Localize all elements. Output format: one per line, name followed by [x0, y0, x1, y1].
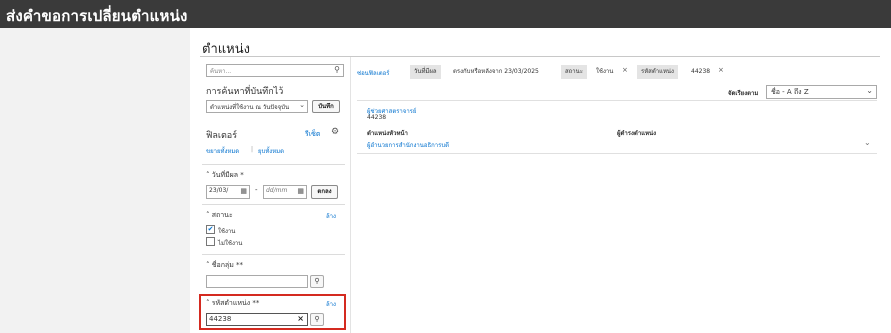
- gear-icon[interactable]: ⚙: [331, 127, 339, 137]
- column-divider: [350, 57, 351, 333]
- status-header[interactable]: ˄ สถานะ: [206, 210, 233, 221]
- result-manager-header: ตำแหน่งหัวหน้า: [367, 130, 408, 137]
- chevron-up-icon: ˄: [206, 299, 210, 307]
- search-input[interactable]: ค้นหา... ⚲: [206, 64, 344, 77]
- link-separator: |: [251, 146, 254, 153]
- date-from-value: 23/03/: [209, 187, 229, 194]
- hide-filters-link[interactable]: ซ่อนฟิลเตอร์: [357, 68, 389, 78]
- date-to-placeholder: dd/mm: [266, 187, 288, 194]
- chip-status-value: ใช้งาน: [596, 68, 614, 75]
- saved-search-heading: การค้นหาที่บันทึกไว้: [206, 87, 284, 97]
- status-inactive-label: ไม่ใช้งาน: [218, 240, 243, 247]
- results-divider: [357, 100, 877, 101]
- filters-heading: ฟิลเตอร์: [206, 131, 238, 141]
- chevron-up-icon: ˄: [206, 261, 210, 269]
- result-manager-link[interactable]: ผู้อำนวยการสำนักงานอธิการบดี: [367, 140, 449, 150]
- search-icon: ⚲: [314, 277, 320, 285]
- chevron-down-icon: ⌄: [299, 101, 305, 109]
- saved-search-select[interactable]: ตำแหน่งที่ใช้งาน ณ วันปัจจุบัน ⌄: [206, 100, 308, 113]
- filter-divider: [202, 164, 345, 165]
- results-divider: [357, 153, 877, 154]
- group-name-input[interactable]: [206, 275, 308, 288]
- position-code-label: รหัสตำแหน่ง **: [211, 299, 260, 307]
- position-code-value: 44238: [209, 315, 232, 323]
- status-inactive-checkbox[interactable]: [206, 237, 215, 246]
- group-search-button[interactable]: ⚲: [310, 275, 324, 288]
- effective-date-header[interactable]: ˄ วันที่มีผล *: [206, 170, 244, 181]
- position-code-input[interactable]: 44238 ×: [206, 313, 308, 326]
- chip-position-code-value: 44238: [691, 68, 711, 75]
- calendar-icon[interactable]: ▦: [240, 187, 247, 195]
- chip-position-code-close-icon[interactable]: ×: [718, 66, 724, 74]
- status-label: สถานะ: [211, 211, 233, 219]
- chip-effective-date-key: วันที่มีผล: [410, 65, 441, 79]
- app-title: ส่งคำขอการเปลี่ยนตำแหน่ง: [6, 7, 188, 25]
- clear-input-icon[interactable]: ×: [297, 314, 304, 323]
- chip-effective-date-value: ตรงกับหรือหลังจาก 23/03/2025: [453, 68, 539, 75]
- calendar-icon[interactable]: ▦: [297, 187, 304, 195]
- chevron-down-icon: ⌄: [866, 86, 873, 95]
- result-incumbent-header: ผู้ดำรงตำแหน่ง: [617, 130, 657, 137]
- search-icon: ⚲: [314, 315, 320, 323]
- chip-status-close-icon[interactable]: ×: [622, 66, 628, 74]
- collapse-all-link[interactable]: ยุบทั้งหมด: [258, 146, 284, 156]
- position-code-search-button[interactable]: ⚲: [310, 313, 324, 326]
- date-ok-button[interactable]: ตกลง: [311, 185, 338, 199]
- left-gutter: [0, 28, 190, 333]
- date-range-dash: -: [255, 186, 258, 194]
- saved-search-value: ตำแหน่งที่ใช้งาน ณ วันปัจจุบัน: [210, 104, 290, 111]
- chip-status-key: สถานะ: [561, 65, 587, 79]
- result-code: 44238: [367, 114, 387, 121]
- effective-date-label: วันที่มีผล *: [211, 171, 244, 179]
- filter-divider: [202, 254, 345, 255]
- date-to-input[interactable]: dd/mm ▦: [263, 185, 307, 199]
- filter-divider: [202, 204, 345, 205]
- search-icon[interactable]: ⚲: [334, 65, 340, 74]
- chevron-up-icon: ˄: [206, 171, 210, 179]
- position-code-header[interactable]: ˄ รหัสตำแหน่ง **: [206, 298, 259, 309]
- sort-value: ชื่อ - A ถึง Z: [771, 88, 809, 96]
- sort-label: จัดเรียงตาม: [728, 90, 759, 97]
- group-name-label: ชื่อกลุ่ม **: [211, 261, 244, 269]
- app-header: ส่งคำขอการเปลี่ยนตำแหน่ง: [0, 0, 891, 28]
- search-placeholder: ค้นหา...: [210, 68, 232, 75]
- status-active-checkbox[interactable]: ✔: [206, 225, 215, 234]
- status-active-label: ใช้งาน: [218, 228, 236, 235]
- group-name-header[interactable]: ˄ ชื่อกลุ่ม **: [206, 260, 243, 271]
- reset-filters-link[interactable]: รีเซ็ต: [305, 129, 320, 140]
- chip-position-code-key: รหัสตำแหน่ง: [637, 65, 678, 79]
- date-from-input[interactable]: 23/03/ ▦: [206, 185, 250, 199]
- chevron-up-icon: ˄: [206, 211, 210, 219]
- expand-row-chevron-icon[interactable]: ⌄: [864, 138, 871, 147]
- position-code-clear-link[interactable]: ล้าง: [326, 299, 336, 309]
- status-clear-link[interactable]: ล้าง: [326, 211, 336, 221]
- expand-all-link[interactable]: ขยายทั้งหมด: [206, 146, 239, 156]
- save-search-button[interactable]: บันทึก: [312, 100, 340, 113]
- title-divider: [200, 56, 880, 57]
- sort-select[interactable]: ชื่อ - A ถึง Z ⌄: [766, 85, 877, 99]
